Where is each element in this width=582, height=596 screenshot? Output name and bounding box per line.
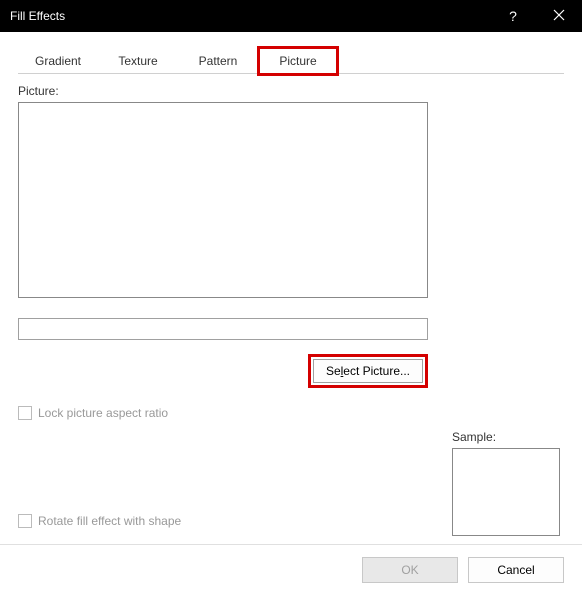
picture-name-field [18,318,428,340]
close-icon [553,9,565,24]
close-button[interactable] [536,0,582,32]
sample-label: Sample: [452,430,564,444]
sample-preview [452,448,560,536]
dialog-title: Fill Effects [10,9,65,23]
cancel-button[interactable]: Cancel [468,557,564,583]
picture-preview-area [18,102,428,298]
tab-picture[interactable]: Picture [258,47,338,75]
tab-pattern[interactable]: Pattern [178,47,258,75]
ok-button: OK [362,557,458,583]
titlebar[interactable]: Fill Effects ? [0,0,582,32]
lock-aspect-checkbox-row[interactable]: Lock picture aspect ratio [18,406,564,420]
checkbox-icon [18,406,32,420]
help-button[interactable]: ? [490,0,536,32]
button-bar: OK Cancel [0,544,582,595]
checkbox-icon [18,514,32,528]
rotate-fill-label: Rotate fill effect with shape [38,514,181,528]
tab-gradient[interactable]: Gradient [18,47,98,75]
select-picture-highlight: Select Picture... [308,354,428,388]
tab-row: Gradient Texture Pattern Picture [18,46,564,74]
dialog-body: Gradient Texture Pattern Picture Picture… [0,32,582,528]
help-icon: ? [509,8,517,24]
titlebar-buttons: ? [490,0,582,32]
select-picture-button[interactable]: Select Picture... [313,359,423,383]
lock-aspect-label: Lock picture aspect ratio [38,406,168,420]
picture-label: Picture: [18,84,564,98]
select-picture-row: Select Picture... [18,354,428,388]
tab-texture[interactable]: Texture [98,47,178,75]
